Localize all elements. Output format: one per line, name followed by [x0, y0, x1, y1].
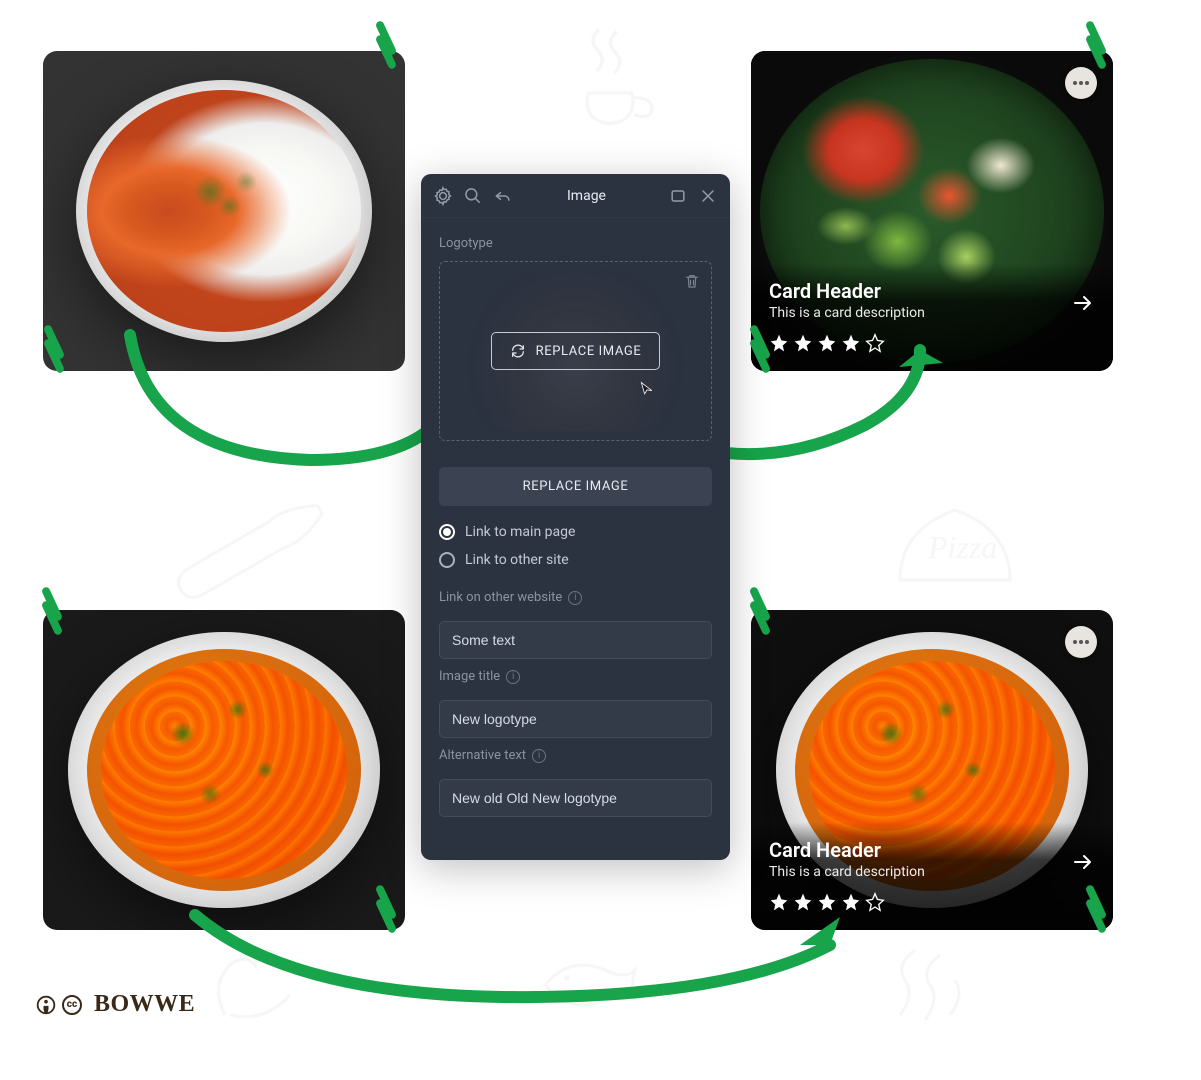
undo-icon[interactable]: [493, 186, 513, 206]
card-more-button[interactable]: [1065, 67, 1097, 99]
brand-logo: BOWWE: [94, 991, 195, 1018]
preview-card-fried[interactable]: Card Header This is a card description: [751, 610, 1113, 930]
coffee-doodle-icon: [555, 12, 665, 152]
bottle-doodle-icon: [150, 466, 351, 634]
attribution-footer: cc BOWWE: [36, 991, 195, 1018]
image-title-input[interactable]: [439, 700, 712, 738]
link-other-radio[interactable]: Link to other site: [439, 552, 712, 568]
replace-image-inline-button[interactable]: REPLACE IMAGE: [491, 332, 661, 370]
info-icon[interactable]: i: [532, 749, 546, 763]
card-arrow-button[interactable]: [1071, 291, 1095, 315]
chili-doodle-icon: [195, 935, 325, 1045]
panel-title: Image: [505, 188, 668, 204]
link-website-label: Link on other websitei: [439, 590, 712, 605]
cc-by-icon: [36, 995, 56, 1015]
steam-doodle-icon: [880, 935, 980, 1035]
card-description: This is a card description: [769, 864, 1095, 880]
search-icon[interactable]: [463, 186, 483, 206]
card-description: This is a card description: [769, 305, 1095, 321]
link-main-radio[interactable]: Link to main page: [439, 524, 712, 540]
gear-icon[interactable]: [433, 186, 453, 206]
image-title-label: Image titlei: [439, 669, 712, 684]
refresh-icon: [510, 343, 526, 359]
fish-doodle-icon: [525, 940, 655, 1030]
info-icon[interactable]: i: [568, 591, 582, 605]
replace-image-button[interactable]: REPLACE IMAGE: [439, 467, 712, 506]
minimize-icon[interactable]: [668, 186, 688, 206]
preview-card-salad[interactable]: Card Header This is a card description: [751, 51, 1113, 371]
alt-text-label: Alternative texti: [439, 748, 712, 763]
alt-text-input[interactable]: [439, 779, 712, 817]
card-rating: [769, 333, 1095, 353]
card-header: Card Header: [769, 838, 1095, 862]
trash-icon[interactable]: [683, 272, 701, 290]
image-dropzone[interactable]: REPLACE IMAGE: [439, 261, 712, 441]
svg-text:Pizza: Pizza: [927, 529, 997, 565]
card-header: Card Header: [769, 279, 1095, 303]
card-more-button[interactable]: [1065, 626, 1097, 658]
image-settings-panel: Image Logotype REPLACE IMAGE REPLACE IMA…: [421, 174, 730, 860]
pizza-doodle-icon: Pizza: [880, 490, 1030, 620]
source-image-curry: [43, 51, 405, 371]
link-website-input[interactable]: [439, 621, 712, 659]
close-icon[interactable]: [698, 186, 718, 206]
card-arrow-button[interactable]: [1071, 850, 1095, 874]
source-image-fried: [43, 610, 405, 930]
logotype-label: Logotype: [439, 236, 712, 251]
cc-icon: cc: [62, 995, 82, 1015]
card-rating: [769, 892, 1095, 912]
info-icon[interactable]: i: [506, 670, 520, 684]
